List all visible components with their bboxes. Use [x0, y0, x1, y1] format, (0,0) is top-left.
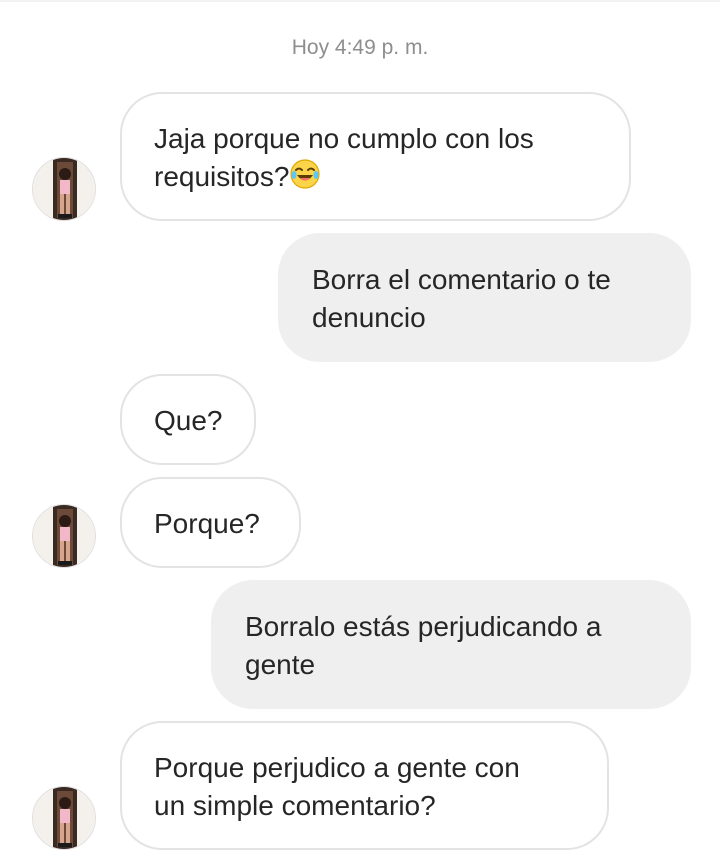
message-text-line: Porque? [154, 508, 260, 539]
crying-laughing-emoji-icon [289, 158, 321, 200]
contact-avatar[interactable] [32, 786, 96, 850]
message-text-line: requisitos? [154, 161, 290, 192]
message-text-line: denuncio [312, 302, 426, 333]
contact-avatar[interactable] [32, 504, 96, 568]
incoming-message-bubble[interactable]: Porque? [120, 477, 301, 568]
message-text-line: Borra el comentario o te [312, 264, 611, 295]
incoming-message-bubble[interactable]: Porque perjudico a gente con un simple c… [120, 721, 609, 850]
incoming-message-bubble[interactable]: Que? [120, 374, 256, 465]
message-text-line: gente [245, 649, 316, 680]
top-divider [0, 0, 720, 2]
outgoing-message-bubble[interactable]: Borralo estás perjudicando a gente [211, 580, 691, 709]
message-text-line: Jaja porque no cumplo con los [154, 123, 534, 154]
message-timestamp: Hoy 4:49 p. m. [291, 36, 429, 59]
message-text-line: Porque perjudico a gente con [154, 752, 520, 783]
message-text-line: un simple comentario? [154, 790, 436, 821]
incoming-message-bubble[interactable]: Jaja porque no cumplo con los requisitos… [120, 92, 631, 221]
outgoing-message-bubble[interactable]: Borra el comentario o te denuncio [278, 233, 691, 362]
contact-avatar[interactable] [32, 157, 96, 221]
message-text-line: Borralo estás perjudicando a [245, 611, 602, 642]
message-text-line: Que? [154, 405, 223, 436]
